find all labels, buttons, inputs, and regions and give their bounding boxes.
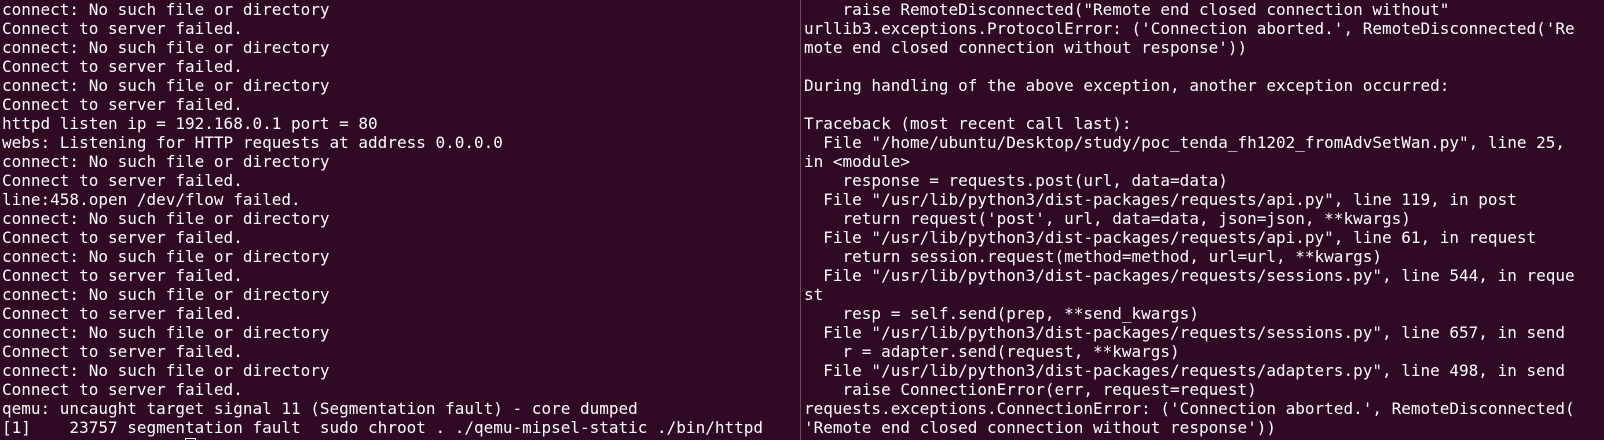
terminal-line: connect: No such file or directory bbox=[2, 323, 330, 342]
terminal-line: [1] 23757 segmentation fault sudo chroot… bbox=[2, 418, 763, 437]
terminal-line: Connect to server failed. bbox=[2, 228, 243, 247]
terminal-line: Connect to server failed. bbox=[2, 380, 243, 399]
terminal-line: Connect to server failed. bbox=[2, 57, 243, 76]
terminal-line: webs: Listening for HTTP requests at add… bbox=[2, 133, 503, 152]
terminal-line: response = requests.post(url, data=data) bbox=[804, 171, 1228, 190]
terminal-line: connect: No such file or directory bbox=[2, 152, 330, 171]
terminal-line: During handling of the above exception, … bbox=[804, 76, 1450, 95]
terminal-line: connect: No such file or directory bbox=[2, 76, 330, 95]
terminal-line: connect: No such file or directory bbox=[2, 38, 330, 57]
terminal-line: urllib3.exceptions.ProtocolError: ('Conn… bbox=[804, 19, 1575, 38]
terminal-line: Connect to server failed. bbox=[2, 342, 243, 361]
left-terminal-pane[interactable]: connect: No such file or directory Connec… bbox=[0, 0, 800, 440]
terminal-line: File "/usr/lib/python3/dist-packages/req… bbox=[804, 266, 1575, 285]
terminal-line: connect: No such file or directory bbox=[2, 209, 330, 228]
terminal-line: File "/usr/lib/python3/dist-packages/req… bbox=[804, 228, 1537, 247]
terminal-line: mote end closed connection without respo… bbox=[804, 38, 1248, 57]
terminal-line: st bbox=[804, 285, 824, 304]
terminal-line: File "/usr/lib/python3/dist-packages/req… bbox=[804, 361, 1565, 380]
terminal-line: httpd listen ip = 192.168.0.1 port = 80 bbox=[2, 114, 378, 133]
terminal-line: Traceback (most recent call last): bbox=[804, 114, 1132, 133]
terminal-line: 'Remote end closed connection without re… bbox=[804, 418, 1277, 437]
terminal-line: File "/home/ubuntu/Desktop/study/poc_ten… bbox=[804, 133, 1565, 152]
terminal-line: return session.request(method=method, ur… bbox=[804, 247, 1382, 266]
terminal-line: Connect to server failed. bbox=[2, 171, 243, 190]
terminal-line: connect: No such file or directory bbox=[2, 247, 330, 266]
right-terminal-pane[interactable]: raise RemoteDisconnected("Remote end clo… bbox=[801, 0, 1604, 440]
terminal-line: resp = self.send(prep, **send_kwargs) bbox=[804, 304, 1199, 323]
terminal-line: connect: No such file or directory bbox=[2, 285, 330, 304]
terminal-line: Connect to server failed. bbox=[2, 19, 243, 38]
terminal-line: return request('post', url, data=data, j… bbox=[804, 209, 1411, 228]
terminal-window: connect: No such file or directory Connec… bbox=[0, 0, 1604, 440]
terminal-line: File "/usr/lib/python3/dist-packages/req… bbox=[804, 323, 1565, 342]
terminal-line: r = adapter.send(request, **kwargs) bbox=[804, 342, 1180, 361]
terminal-line: connect: No such file or directory bbox=[2, 0, 330, 19]
terminal-line: Connect to server failed. bbox=[2, 304, 243, 323]
terminal-line: Connect to server failed. bbox=[2, 266, 243, 285]
terminal-line: line:458.open /dev/flow failed. bbox=[2, 190, 301, 209]
terminal-line: raise RemoteDisconnected("Remote end clo… bbox=[804, 0, 1450, 19]
terminal-line: requests.exceptions.ConnectionError: ('C… bbox=[804, 399, 1575, 418]
terminal-line: raise ConnectionError(err, request=reque… bbox=[804, 380, 1257, 399]
terminal-line: connect: No such file or directory bbox=[2, 361, 330, 380]
terminal-line: in <module> bbox=[804, 152, 910, 171]
terminal-line: File "/usr/lib/python3/dist-packages/req… bbox=[804, 190, 1517, 209]
terminal-line: Connect to server failed. bbox=[2, 95, 243, 114]
terminal-line: qemu: uncaught target signal 11 (Segment… bbox=[2, 399, 638, 418]
